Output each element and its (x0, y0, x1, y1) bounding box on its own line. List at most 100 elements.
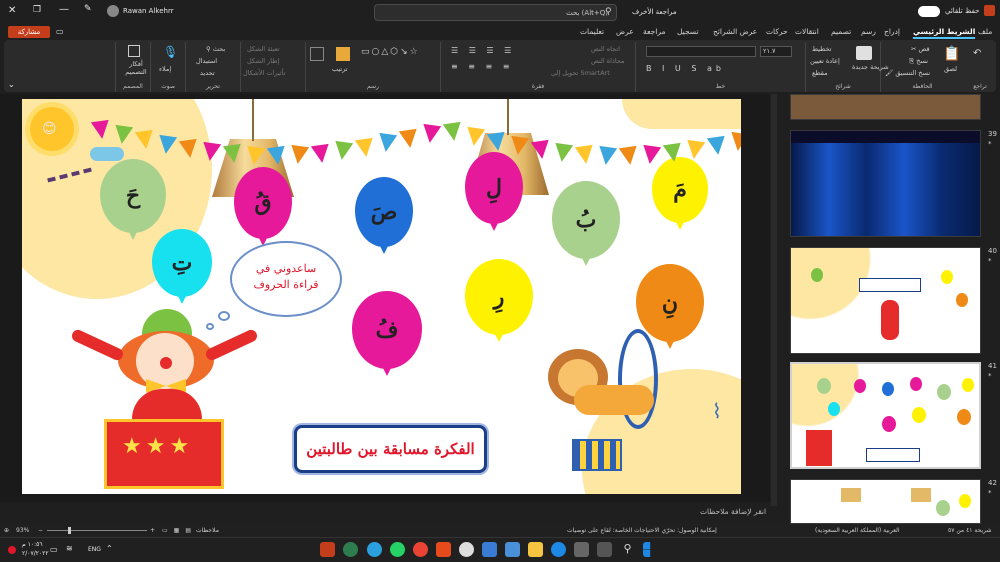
quick-styles-icon[interactable] (310, 47, 324, 61)
new-slide-button[interactable]: شريحة جديدة (852, 63, 889, 71)
editor-scrollbar[interactable] (771, 94, 777, 506)
slide-thumbnail-selected[interactable] (790, 362, 981, 469)
balloon-letter[interactable]: لِ (465, 152, 523, 231)
copy-button[interactable]: ⎘ نسخ (909, 57, 928, 66)
chevron-up-icon[interactable]: ⌃ (106, 544, 113, 553)
shape-outline-button[interactable]: إطار الشكل (247, 57, 279, 65)
list-buttons[interactable]: ☰ ☰ ☰ ☰ (451, 46, 515, 55)
select-button[interactable]: تحديد (200, 69, 215, 77)
balloon-letter[interactable]: بُ (552, 181, 620, 266)
slide-canvas[interactable]: 😊 مَ بُ لِ صَ قُ حَ تِ نِ رِ فُ ساعدوني … (22, 99, 741, 494)
search-box[interactable]: بحث (Alt+Q) ⚲ (374, 4, 617, 21)
widgets-icon[interactable] (574, 542, 589, 557)
mail-app-icon[interactable] (482, 542, 497, 557)
cut-button[interactable]: ✂ قص (911, 45, 930, 53)
tab-file[interactable]: ملف (978, 27, 992, 36)
shapes-gallery[interactable]: ▭○△⬡↘☆ (361, 47, 420, 57)
tab-slideshow[interactable]: عرض الشرائح (713, 27, 757, 36)
chrome-app-icon[interactable] (413, 542, 428, 557)
comments-icon[interactable]: ▭ (56, 27, 64, 36)
notes-placeholder[interactable]: انقر لإضافة ملاحظات (700, 507, 766, 516)
slide-thumbnail[interactable] (790, 94, 981, 120)
shape-effects-button[interactable]: تأثيرات الأشكال (243, 69, 285, 77)
accessibility-status[interactable]: إمكانية الوصول: تحرّي الاحتياجات الخاصة:… (567, 527, 717, 534)
balloon-letter[interactable]: تِ (152, 229, 212, 304)
autosave-toggle[interactable] (918, 6, 940, 17)
file-explorer-icon[interactable] (528, 542, 543, 557)
tab-view[interactable]: عرض (616, 27, 634, 36)
tab-help[interactable]: تعليمات (580, 27, 604, 36)
arrange-button[interactable]: ترتيب (332, 65, 348, 73)
tab-animations[interactable]: حركات (766, 27, 788, 36)
view-buttons[interactable]: ▭▦▤ (162, 527, 197, 534)
powerpoint-app-icon[interactable] (320, 542, 335, 557)
close-window-icon[interactable]: ✕ (8, 5, 16, 16)
font-format-buttons[interactable]: B I U S ab (646, 64, 725, 73)
battery-icon[interactable]: ▭ (50, 545, 58, 554)
tab-home[interactable]: الشريط الرئيسي (913, 27, 976, 39)
telegram-app-icon[interactable] (367, 542, 382, 557)
fit-slide-icon[interactable]: ⊕ (4, 527, 9, 534)
balloon-letter[interactable]: قُ (234, 167, 292, 246)
language-status[interactable]: العربية (المملكة العربية السعودية) (815, 527, 900, 534)
search-input[interactable]: بحث (Alt+Q) (566, 9, 608, 17)
arrange-icon[interactable] (336, 47, 350, 61)
language-indicator[interactable]: ENG (88, 546, 101, 553)
font-size-select[interactable]: ٢١.٧ (760, 46, 792, 57)
edge-app-icon[interactable] (551, 542, 566, 557)
share-button[interactable]: مشاركة (8, 26, 50, 38)
restore-window-icon[interactable]: ❐ (33, 5, 41, 15)
chrome-app-icon[interactable] (343, 542, 358, 557)
notes-pane[interactable]: انقر لإضافة ملاحظات (0, 502, 770, 522)
whatsapp-app-icon[interactable] (390, 542, 405, 557)
align-buttons[interactable]: ≡ ≡ ≡ ≡ (451, 62, 513, 71)
dell-app-icon[interactable] (459, 542, 474, 557)
slide-thumbnail[interactable] (790, 479, 981, 524)
find-button[interactable]: ⚲ بحث (206, 45, 225, 53)
store-app-icon[interactable] (505, 542, 520, 557)
balloon-letter[interactable]: فُ (352, 291, 422, 376)
tab-transitions[interactable]: انتقالات (795, 27, 819, 36)
paste-icon[interactable]: 📋 (943, 46, 960, 62)
replace-button[interactable]: استبدال (196, 57, 217, 65)
search-icon[interactable]: ⚲ (620, 542, 635, 557)
slide-thumbnail[interactable] (790, 130, 981, 237)
document-title[interactable]: مراجعة الأخرف (632, 8, 677, 16)
shape-fill-button[interactable]: تعبئة الشكل (247, 45, 280, 53)
zoom-slider[interactable] (47, 530, 147, 531)
tab-review[interactable]: مراجعة (643, 27, 666, 36)
balloon-letter[interactable]: رِ (465, 259, 533, 342)
notes-toggle[interactable]: ملاحظات (196, 527, 219, 534)
designer-icon[interactable] (128, 45, 140, 57)
zoom-out-icon[interactable]: − (38, 527, 43, 534)
zoom-in-icon[interactable]: + (150, 527, 155, 534)
undo-icon[interactable]: ↶ (973, 48, 981, 59)
avatar[interactable] (107, 5, 119, 17)
paste-button[interactable]: لصق (944, 65, 957, 73)
align-text-button[interactable]: محاذاة النص (591, 57, 625, 65)
wifi-icon[interactable]: ≋ (66, 544, 73, 553)
font-name-select[interactable] (646, 46, 756, 57)
minimize-window-icon[interactable]: — (59, 4, 69, 15)
pen-icon[interactable]: ✎ (84, 4, 92, 14)
balloon-letter[interactable]: حَ (100, 159, 166, 240)
zoom-thumb[interactable] (68, 527, 71, 534)
task-view-icon[interactable] (597, 542, 612, 557)
tab-design[interactable]: تصميم (831, 27, 851, 36)
new-slide-icon[interactable] (856, 46, 872, 60)
section-button[interactable]: مقطع (812, 69, 828, 77)
tab-draw[interactable]: رسم (861, 27, 876, 36)
zoom-level[interactable]: 93% (16, 527, 29, 534)
dictate-button[interactable]: إملاء (159, 65, 171, 73)
clock-date[interactable]: ٢/٠٧/٢٠٢٢ (22, 550, 49, 557)
collapse-ribbon-icon[interactable]: ⌄ (8, 80, 15, 89)
balloon-letter[interactable]: صَ (355, 177, 413, 254)
smartart-button[interactable]: تحويل إلى SmartArt (551, 69, 610, 77)
slide-title[interactable]: الفكرة مسابقة بين طالبتين (294, 425, 487, 473)
tab-record[interactable]: تسجيل (677, 27, 699, 36)
layout-button[interactable]: تخطيط (812, 45, 831, 53)
slide-thumbnail[interactable] (790, 247, 981, 354)
text-direction-button[interactable]: اتجاه النص (591, 45, 620, 53)
designer-button[interactable]: أفكار التصميم (122, 60, 150, 76)
reset-button[interactable]: إعادة تعيين (810, 57, 840, 65)
